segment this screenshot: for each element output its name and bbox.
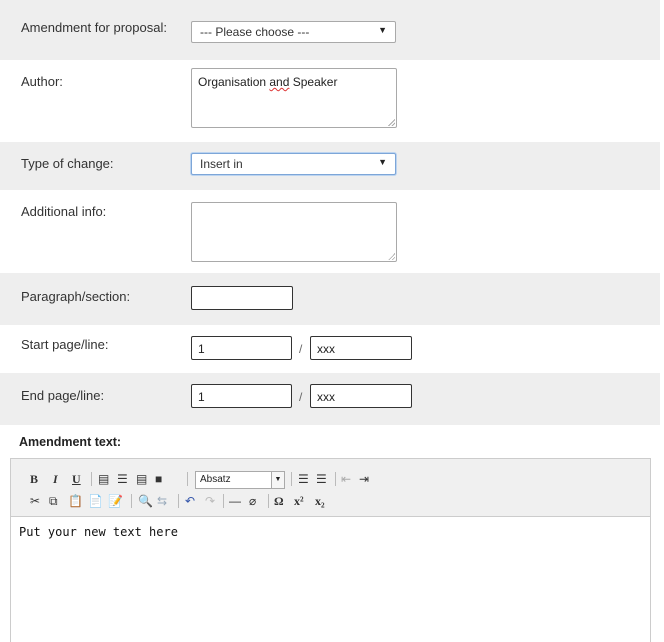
end-line-input[interactable]: xxx [310, 384, 412, 408]
proposal-select[interactable]: --- Please choose --- ▼ [191, 21, 396, 43]
toolbar-separator [335, 472, 336, 486]
bold-button[interactable]: B [30, 471, 38, 487]
author-row: Author: Organisation and Speaker [0, 60, 660, 142]
proposal-label: Amendment for proposal: [21, 20, 167, 35]
paste-text-icon[interactable]: 📄 [88, 493, 103, 509]
toolbar-separator [91, 472, 92, 486]
additional-info-field[interactable] [191, 202, 397, 262]
chevron-down-icon: ▼ [378, 25, 387, 35]
additional-info-row: Additional info: [0, 190, 660, 273]
paste-word-icon[interactable]: 📝 [108, 493, 123, 509]
type-of-change-label: Type of change: [21, 156, 114, 171]
block-format-value: Absatz [200, 474, 231, 485]
end-separator: / [299, 390, 303, 404]
paste-icon[interactable]: 📋 [68, 493, 83, 509]
author-value-spell: and [269, 75, 290, 89]
undo-icon[interactable]: ↶ [185, 493, 195, 509]
start-label: Start page/line: [21, 337, 109, 352]
toolbar-separator [131, 494, 132, 508]
italic-button[interactable]: I [53, 471, 58, 487]
start-line-input[interactable]: xxx [310, 336, 412, 360]
chevron-down-icon: ▼ [271, 472, 284, 488]
find-icon[interactable]: 🔍 [138, 493, 153, 509]
author-value-post: Speaker [289, 75, 338, 89]
subscript-button[interactable]: x₂ [315, 493, 325, 509]
paragraph-row: Paragraph/section: [0, 273, 660, 325]
align-center-icon[interactable]: ☰ [117, 471, 128, 487]
underline-button[interactable]: U [72, 471, 81, 487]
superscript-button[interactable]: x² [294, 493, 304, 509]
type-of-change-row: Type of change: Insert in ▼ [0, 142, 660, 190]
align-justify-icon[interactable]: ■ [155, 471, 162, 487]
end-page-input[interactable]: 1 [191, 384, 292, 408]
resize-grip-icon[interactable] [388, 119, 395, 126]
indent-icon[interactable]: ⇥ [359, 471, 369, 487]
toolbar-separator [291, 472, 292, 486]
author-field[interactable]: Organisation and Speaker [191, 68, 397, 128]
replace-icon[interactable]: ⇆ [157, 493, 167, 509]
author-label: Author: [21, 74, 63, 89]
rich-text-editor: B I U ▤ ☰ ▤ ■ Absatz ▼ ☰ ☰ ⇤ ⇥ ✂ ⧉ 📋 📄 📝… [10, 458, 651, 642]
end-label: End page/line: [21, 388, 105, 403]
bullet-list-icon[interactable]: ☰ [298, 471, 309, 487]
toolbar-separator [223, 494, 224, 508]
additional-info-label: Additional info: [21, 204, 107, 219]
cut-icon[interactable]: ✂ [30, 493, 40, 509]
start-row: Start page/line: 1 / xxx [0, 325, 660, 373]
numbered-list-icon[interactable]: ☰ [316, 471, 327, 487]
remove-format-icon[interactable]: ⌀ [249, 493, 256, 509]
amendment-text-label: Amendment text: [19, 435, 122, 449]
proposal-select-value: --- Please choose --- [200, 25, 310, 39]
toolbar-separator [187, 472, 188, 486]
end-row: End page/line: 1 / xxx [0, 373, 660, 425]
type-of-change-value: Insert in [200, 157, 243, 171]
start-separator: / [299, 342, 303, 356]
paragraph-input[interactable] [191, 286, 293, 310]
copy-icon[interactable]: ⧉ [49, 493, 58, 509]
toolbar-separator [268, 494, 269, 508]
chevron-down-icon: ▼ [378, 157, 387, 167]
editor-toolbar: B I U ▤ ☰ ▤ ■ Absatz ▼ ☰ ☰ ⇤ ⇥ ✂ ⧉ 📋 📄 📝… [11, 459, 650, 517]
type-of-change-select[interactable]: Insert in ▼ [191, 153, 396, 175]
editor-content[interactable]: Put your new text here [19, 525, 178, 539]
paragraph-label: Paragraph/section: [21, 289, 131, 304]
align-right-icon[interactable]: ▤ [136, 471, 147, 487]
redo-icon[interactable]: ↷ [205, 493, 215, 509]
block-format-select[interactable]: Absatz ▼ [195, 471, 285, 489]
align-left-icon[interactable]: ▤ [98, 471, 109, 487]
start-page-input[interactable]: 1 [191, 336, 292, 360]
horizontal-rule-icon[interactable]: — [229, 493, 241, 509]
toolbar-separator [178, 494, 179, 508]
proposal-row: Amendment for proposal: --- Please choos… [0, 0, 660, 60]
outdent-icon[interactable]: ⇤ [341, 471, 351, 487]
special-char-button[interactable]: Ω [274, 493, 284, 509]
author-value-pre: Organisation [198, 75, 270, 89]
resize-grip-icon[interactable] [388, 253, 395, 260]
